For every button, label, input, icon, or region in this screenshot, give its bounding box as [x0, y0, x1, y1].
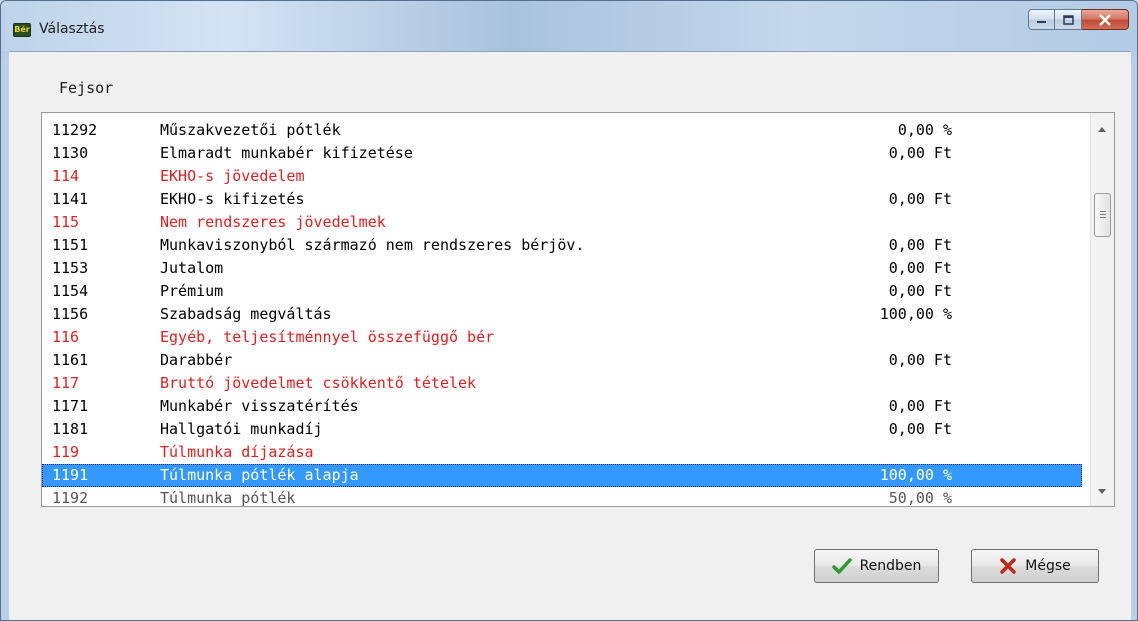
- list-item[interactable]: 1192 Túlmunka pótlék 50,00 %: [42, 487, 1082, 507]
- list-item[interactable]: 1130 Elmaradt munkabér kifizetése 0,00 Ft: [42, 142, 1082, 165]
- list-item-code: 1192: [52, 489, 89, 507]
- vertical-scrollbar[interactable]: [1090, 113, 1114, 506]
- list-item-desc: Munkaviszonyból származó nem rendszeres …: [160, 236, 585, 254]
- list-rows: 11292 Műszakvezetői pótlék 0,00 % 1130 Elmar…: [42, 119, 1082, 507]
- header-label: Fejsor: [59, 79, 114, 97]
- list-item[interactable]: 1191 Túlmunka pótlék alapja 100,00 %: [42, 464, 1082, 487]
- list-item-desc: Elmaradt munkabér kifizetése: [160, 144, 413, 162]
- list-item-desc: EKHO-s kifizetés: [160, 190, 305, 208]
- list-item-desc: Darabbér: [160, 351, 233, 369]
- list-item-code: 11292: [52, 121, 98, 139]
- list-item-desc: Műszakvezetői pótlék: [160, 121, 341, 139]
- window-title: Választás: [39, 21, 105, 37]
- list-item-desc: Túlmunka pótlék alapja: [160, 466, 359, 484]
- minimize-icon: [1037, 21, 1046, 23]
- list-item-code: 1171: [52, 397, 89, 415]
- list-item-code: 116: [52, 328, 80, 346]
- title-bar[interactable]: Bér Választás: [1, 1, 1137, 51]
- scroll-up-arrow-icon[interactable]: [1098, 127, 1106, 132]
- checkmark-icon: [831, 558, 852, 574]
- list-group-header[interactable]: 117 Bruttó jövedelmet csökkentő tételek: [42, 372, 1082, 395]
- list-group-header[interactable]: 116 Egyéb, teljesítménnyel összefüggő bér: [42, 326, 1082, 349]
- list-item-desc: Nem rendszeres jövedelmek: [160, 213, 386, 231]
- list-item-code: 117: [52, 374, 80, 392]
- list-item-desc: Túlmunka pótlék: [160, 489, 296, 507]
- grip-line: [1100, 214, 1106, 215]
- scroll-thumb[interactable]: [1094, 193, 1111, 237]
- list-item-desc: Prémium: [160, 282, 224, 300]
- cancel-button[interactable]: Mégse: [971, 549, 1099, 583]
- ok-button[interactable]: Rendben: [814, 549, 939, 583]
- list-item-code: 1153: [52, 259, 89, 277]
- list-item-desc: EKHO-s jövedelem: [160, 167, 305, 185]
- list-item-desc: Egyéb, teljesítménnyel összefüggő bér: [160, 328, 495, 346]
- list-item-code: 119: [52, 443, 80, 461]
- list-item-code: 1151: [52, 236, 89, 254]
- list-item-desc: Munkabér visszatérítés: [160, 397, 359, 415]
- list-group-header[interactable]: 115 Nem rendszeres jövedelmek: [42, 211, 1082, 234]
- app-icon: Bér: [13, 23, 31, 37]
- list-group-header[interactable]: 114 EKHO-s jövedelem: [42, 165, 1082, 188]
- list-item[interactable]: 11292 Műszakvezetői pótlék 0,00 %: [42, 119, 1082, 142]
- grip-line: [1100, 217, 1106, 218]
- list-item-desc: Jutalom: [160, 259, 224, 277]
- maximize-icon: [1062, 14, 1074, 25]
- list-item[interactable]: 1151 Munkaviszonyból származó nem rendsze…: [42, 234, 1082, 257]
- list-item-value: 0,00 Ft: [888, 190, 952, 208]
- list-group-header[interactable]: 119 Túlmunka díjazása: [42, 441, 1082, 464]
- list-item[interactable]: 1153 Jutalom 0,00 Ft: [42, 257, 1082, 280]
- list-item-code: 1154: [52, 282, 89, 300]
- list-item-desc: Hallgatói munkadíj: [160, 420, 323, 438]
- list-item-value: 50,00 %: [888, 489, 952, 507]
- list-item-value: 0,00 Ft: [888, 144, 952, 162]
- ok-button-label: Rendben: [859, 558, 922, 574]
- maximize-button[interactable]: [1055, 9, 1082, 30]
- x-icon: [1000, 558, 1016, 574]
- grip-line: [1100, 211, 1106, 212]
- list-item[interactable]: 1141 EKHO-s kifizetés 0,00 Ft: [42, 188, 1082, 211]
- list-item-code: 1130: [52, 144, 89, 162]
- list-item-code: 1141: [52, 190, 89, 208]
- list-item-code: 114: [52, 167, 80, 185]
- list-item-value: 0,00 %: [897, 121, 952, 139]
- list-item[interactable]: 1181 Hallgatói munkadíj 0,00 Ft: [42, 418, 1082, 441]
- close-button[interactable]: [1082, 9, 1129, 30]
- list-item-code: 1191: [52, 466, 89, 484]
- list-item-value: 0,00 Ft: [888, 351, 952, 369]
- close-icon: [1099, 13, 1111, 26]
- scroll-down-arrow-icon[interactable]: [1098, 489, 1106, 494]
- list-item-code: 1156: [52, 305, 89, 323]
- list-item-value: 0,00 Ft: [888, 282, 952, 300]
- list-item-code: 1161: [52, 351, 89, 369]
- list-item-desc: Szabadság megváltás: [160, 305, 332, 323]
- list-item[interactable]: 1161 Darabbér 0,00 Ft: [42, 349, 1082, 372]
- list-item[interactable]: 1154 Prémium 0,00 Ft: [42, 280, 1082, 303]
- cancel-button-label: Mégse: [1025, 558, 1071, 574]
- list-item-code: 1181: [52, 420, 89, 438]
- dialog-client-area: Fejsor 11292 Műszakvezetői pótlék 0,00 % 11…: [9, 51, 1131, 620]
- list-item-value: 0,00 Ft: [888, 259, 952, 277]
- dialog-window: Bér Választás Fejsor 11292 Műszakvezetői …: [0, 0, 1138, 621]
- list-item[interactable]: 1171 Munkabér visszatérítés 0,00 Ft: [42, 395, 1082, 418]
- list-item[interactable]: 1156 Szabadság megváltás 100,00 %: [42, 303, 1082, 326]
- list-item-code: 115: [52, 213, 80, 231]
- selection-listbox[interactable]: 11292 Műszakvezetői pótlék 0,00 % 1130 Elmar…: [41, 112, 1115, 507]
- caption-buttons: [1028, 9, 1129, 30]
- list-item-desc: Bruttó jövedelmet csökkentő tételek: [160, 374, 477, 392]
- list-item-value: 100,00 %: [879, 305, 952, 323]
- minimize-button[interactable]: [1028, 9, 1055, 30]
- list-item-value: 0,00 Ft: [888, 397, 952, 415]
- list-item-desc: Túlmunka díjazása: [160, 443, 314, 461]
- list-item-value: 100,00 %: [879, 466, 952, 484]
- list-item-value: 0,00 Ft: [888, 236, 952, 254]
- list-item-value: 0,00 Ft: [888, 420, 952, 438]
